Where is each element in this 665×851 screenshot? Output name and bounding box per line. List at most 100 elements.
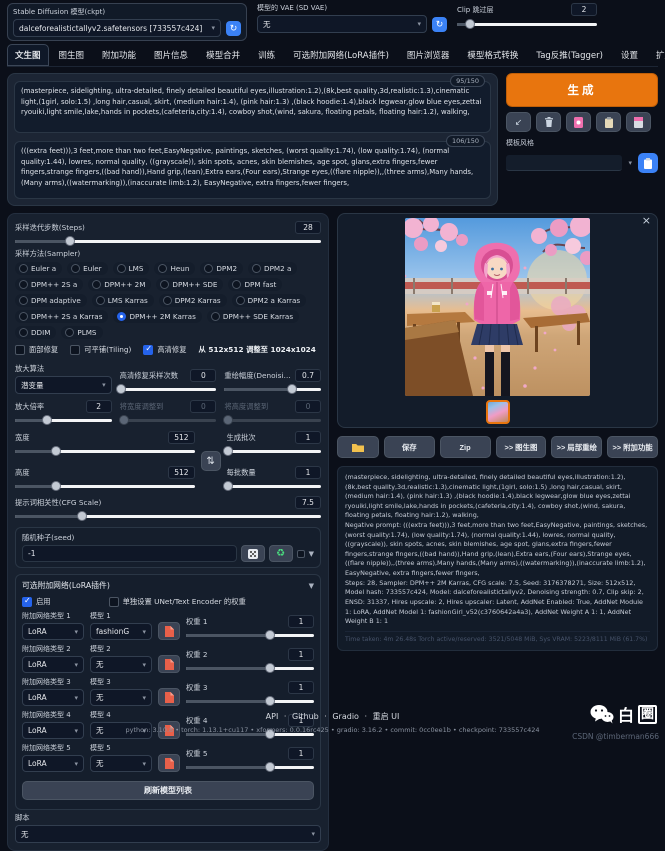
upscaler-dropdown[interactable]: 潜变量▾ <box>15 376 112 394</box>
style-select-button[interactable] <box>566 112 591 132</box>
sampler-option[interactable]: LMS Karras <box>92 294 154 307</box>
lora-weight-value[interactable]: 1 <box>288 747 314 760</box>
sampler-option[interactable]: DPM++ 2M Karras <box>113 310 201 323</box>
lora-type-dropdown[interactable]: LoRA▾ <box>22 689 84 706</box>
lora-model-file-button[interactable] <box>158 655 180 673</box>
close-icon[interactable]: × <box>642 215 651 227</box>
lora-weight-value[interactable]: 1 <box>288 648 314 661</box>
lora-model-dropdown[interactable]: 无▾ <box>90 755 152 772</box>
tab-文生图[interactable]: 文生图 <box>7 44 49 66</box>
generate-button[interactable]: 生成 <box>506 73 658 107</box>
negative-prompt-textarea[interactable]: (((extra feet))),3 feet,more than two fe… <box>14 141 491 199</box>
footer-link-3[interactable]: Gradio <box>332 712 359 721</box>
lora-model-file-button[interactable] <box>158 754 180 772</box>
lora-weight-value[interactable]: 1 <box>288 681 314 694</box>
tab-图生图[interactable]: 图生图 <box>51 44 93 66</box>
tab-可选附加网络(LoRA插件)[interactable]: 可选附加网络(LoRA插件) <box>285 44 397 66</box>
styles-dropdown[interactable] <box>506 155 622 171</box>
open-folder-button[interactable] <box>337 436 379 458</box>
upscale-by-slider[interactable] <box>15 415 112 425</box>
tab-训练[interactable]: 训练 <box>250 44 283 66</box>
steps-value[interactable]: 28 <box>295 221 321 234</box>
vae-dropdown[interactable]: 无▾ <box>257 15 427 33</box>
collapse-icon[interactable]: ▼ <box>309 582 314 590</box>
clear-prompt-button[interactable] <box>536 112 561 132</box>
sampler-option[interactable]: Euler <box>67 262 107 275</box>
paste-prompt-button[interactable] <box>596 112 621 132</box>
denoising-slider[interactable] <box>224 384 321 394</box>
sampler-option[interactable]: DPM++ 2M <box>88 278 151 291</box>
lora-weight-slider[interactable] <box>186 762 314 772</box>
sampler-option[interactable]: DPM2 <box>200 262 243 275</box>
tab-图片浏览器[interactable]: 图片浏览器 <box>399 44 458 66</box>
tab-设置[interactable]: 设置 <box>613 44 646 66</box>
zip-button[interactable]: Zip <box>440 436 491 458</box>
sampler-option[interactable]: DPM++ 2S a <box>15 278 83 291</box>
lora-enable-checkbox[interactable]: 启用 <box>22 597 51 607</box>
sampler-option[interactable]: Euler a <box>15 262 62 275</box>
save-style-button[interactable] <box>626 112 651 132</box>
apply-styles-button[interactable] <box>638 153 658 173</box>
lora-weight-slider[interactable] <box>186 630 314 640</box>
height-value[interactable]: 512 <box>168 466 194 479</box>
read-params-button[interactable]: ↙ <box>506 112 531 132</box>
save-button[interactable]: 保存 <box>384 436 435 458</box>
tab-模型格式转换[interactable]: 模型格式转换 <box>459 44 526 66</box>
tab-模型合并[interactable]: 模型合并 <box>198 44 248 66</box>
random-seed-button[interactable] <box>241 545 265 562</box>
lora-model-dropdown[interactable]: fashionG▾ <box>90 623 152 640</box>
hires-steps-value[interactable]: 0 <box>190 369 216 382</box>
width-slider[interactable] <box>15 446 195 456</box>
footer-link-4[interactable]: 重启 UI <box>373 712 400 721</box>
seed-input[interactable]: -1 <box>22 545 237 562</box>
sampler-option[interactable]: LMS <box>113 262 150 275</box>
prompt-textarea[interactable]: (masterpiece, sidelighting, ultra-detail… <box>14 81 491 133</box>
sampler-option[interactable]: DPM++ 2S a Karras <box>15 310 108 323</box>
height-slider[interactable] <box>15 481 195 491</box>
batch-size-value[interactable]: 1 <box>295 466 321 479</box>
lora-weight-value[interactable]: 1 <box>288 615 314 628</box>
lora-model-file-button[interactable] <box>158 688 180 706</box>
sampler-option[interactable]: DPM2 a Karras <box>232 294 307 307</box>
batch-count-value[interactable]: 1 <box>295 431 321 444</box>
send-to-extras-button[interactable]: >> 附加功能 <box>607 436 658 458</box>
batch-size-slider[interactable] <box>227 481 321 491</box>
restore-faces-checkbox[interactable]: 面部修复 <box>15 345 58 355</box>
sampler-option[interactable]: DPM2 Karras <box>159 294 227 307</box>
width-value[interactable]: 512 <box>168 431 194 444</box>
lora-model-dropdown[interactable]: 无▾ <box>90 656 152 673</box>
sampler-option[interactable]: DPM++ SDE <box>156 278 223 291</box>
hires-fix-checkbox[interactable]: 高清修复 <box>143 345 186 355</box>
sampler-option[interactable]: DPM++ SDE Karras <box>207 310 299 323</box>
sampler-option[interactable]: Heun <box>154 262 195 275</box>
sampler-option[interactable]: DPM2 a <box>248 262 297 275</box>
sampler-option[interactable]: DDIM <box>15 326 56 339</box>
footer-link-1[interactable]: API <box>266 712 279 721</box>
clip-skip-value[interactable]: 2 <box>571 3 597 16</box>
model-dropdown[interactable]: dalceforealistictallyv2.safetensors [733… <box>13 19 221 37</box>
tiling-checkbox[interactable]: 可平铺(Tiling) <box>70 345 131 355</box>
model-refresh-button[interactable]: ↻ <box>226 21 241 36</box>
lora-model-dropdown[interactable]: 无▾ <box>90 689 152 706</box>
tab-图片信息[interactable]: 图片信息 <box>146 44 196 66</box>
lora-type-dropdown[interactable]: LoRA▾ <box>22 623 84 640</box>
reuse-seed-button[interactable]: ♻ <box>269 545 293 562</box>
tab-附加功能[interactable]: 附加功能 <box>94 44 144 66</box>
lora-model-file-button[interactable] <box>158 622 180 640</box>
lora-separate-weights-checkbox[interactable]: 单独设置 UNet/Text Encoder 的权重 <box>109 597 246 607</box>
sampler-option[interactable]: DPM fast <box>228 278 282 291</box>
footer-link-2[interactable]: Github <box>292 712 319 721</box>
lora-weight-slider[interactable] <box>186 663 314 673</box>
clip-skip-slider[interactable] <box>457 19 597 29</box>
tab-扩展[interactable]: 扩展 <box>648 44 665 66</box>
script-dropdown[interactable]: 无▾ <box>15 825 321 843</box>
cfg-slider[interactable] <box>15 511 321 521</box>
lora-type-dropdown[interactable]: LoRA▾ <box>22 755 84 772</box>
batch-count-slider[interactable] <box>227 446 321 456</box>
cfg-value[interactable]: 7.5 <box>295 496 321 509</box>
sampler-option[interactable]: DPM adaptive <box>15 294 87 307</box>
refresh-models-button[interactable]: 刷新模型列表 <box>22 781 314 800</box>
lora-weight-slider[interactable] <box>186 696 314 706</box>
send-to-inpaint-button[interactable]: >> 局部重绘 <box>551 436 602 458</box>
send-to-img2img-button[interactable]: >> 图生图 <box>496 436 547 458</box>
